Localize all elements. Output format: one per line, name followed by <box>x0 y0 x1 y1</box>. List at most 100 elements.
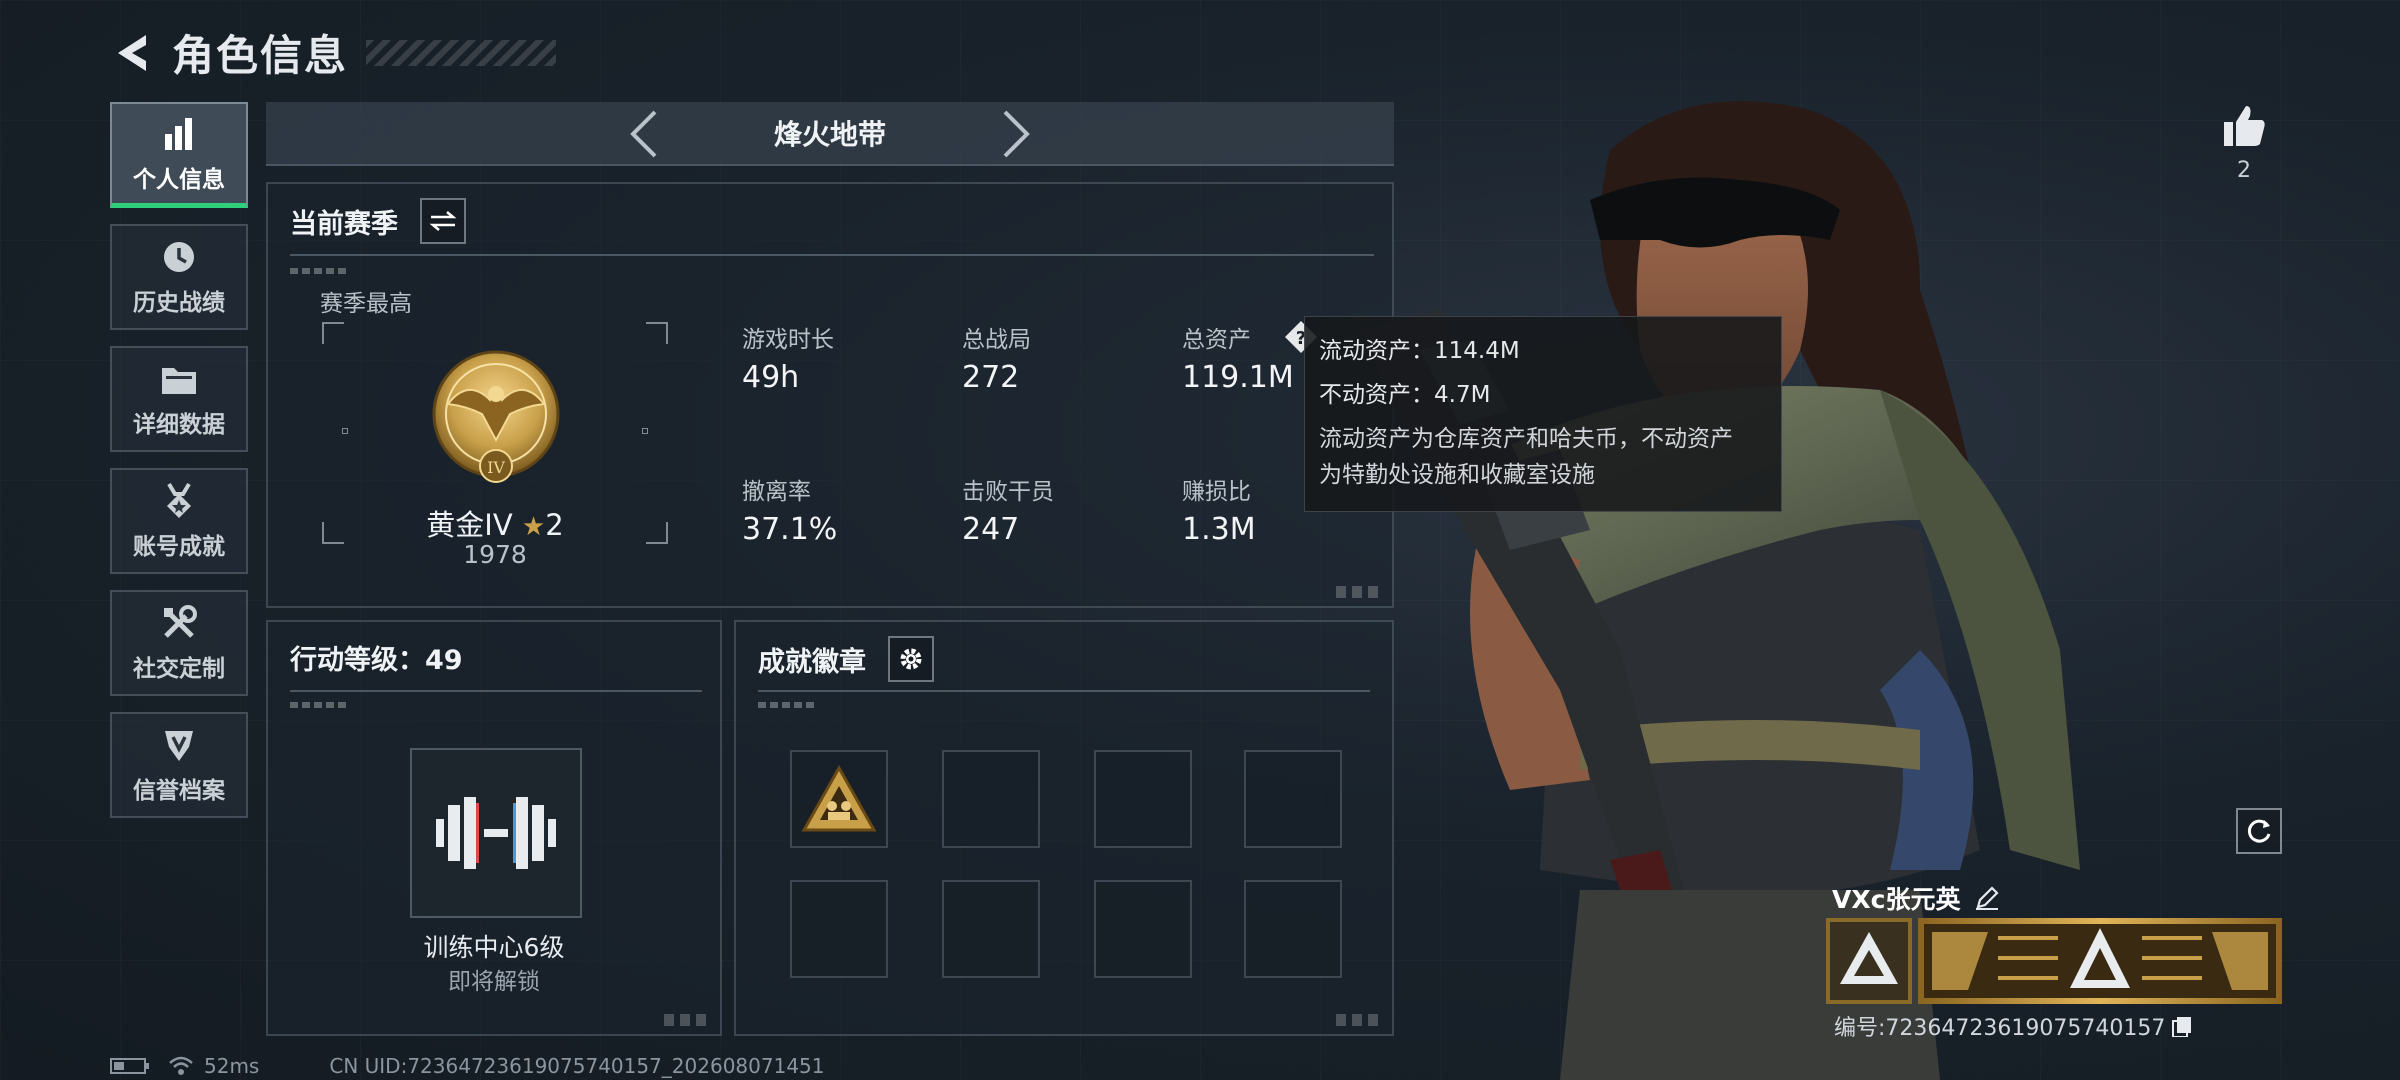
rank-roman-numeral: IV <box>487 458 505 477</box>
badge-slot[interactable] <box>942 880 1040 978</box>
stat-label-assets: 总资产 <box>1182 327 1251 353</box>
season-panel: 当前赛季 赛季最高 IV 黄金IV ★2 1978 游戏时长 49h 总战局 2… <box>266 182 1394 608</box>
gear-icon <box>900 648 922 670</box>
achievement-title: 成就徽章 <box>758 647 866 678</box>
dumbbell-icon <box>436 797 556 869</box>
thumbs-up-icon <box>2224 106 2265 146</box>
rank-name: 黄金IV <box>426 508 513 542</box>
season-switch-button[interactable] <box>420 198 466 244</box>
badge-slot[interactable] <box>790 880 888 978</box>
tooltip-description-line2: 为特勤处设施和收藏室设施 <box>1319 462 1595 488</box>
sidebar-item-credit[interactable]: 信誉档案 <box>110 712 248 818</box>
tooltip-description-line1: 流动资产为仓库资产和哈夫币，不动资产 <box>1319 426 1733 452</box>
rank-stars: 2 <box>545 508 564 542</box>
stat-label-profit-ratio: 赚损比 <box>1182 479 1251 505</box>
sidebar-item-label: 信誉档案 <box>133 778 225 804</box>
training-center-name: 训练中心6级 <box>423 933 565 962</box>
sidebar-item-social[interactable]: 社交定制 <box>110 590 248 696</box>
player-name: VXc张元英 <box>1832 885 1961 914</box>
tools-icon <box>159 603 199 643</box>
season-title: 当前赛季 <box>290 209 398 240</box>
section-divider <box>758 690 1370 692</box>
sidebar-item-label: 社交定制 <box>133 656 225 682</box>
back-arrow-icon <box>118 34 146 71</box>
ping-value: 52ms <box>204 1054 260 1078</box>
stat-label-extract-rate: 撤离率 <box>742 479 811 505</box>
section-tick-decoration <box>290 268 350 274</box>
player-id-row: 编号:72364723619075740157 <box>1834 1010 2193 1042</box>
map-name: 烽火地带 <box>773 118 886 151</box>
copy-id-button[interactable] <box>2171 1015 2193 1037</box>
section-tick-decoration <box>290 702 350 708</box>
rank-score: 1978 <box>463 540 527 569</box>
page-title: 角色信息 <box>172 31 349 80</box>
stat-value-matches: 272 <box>962 360 1020 395</box>
season-best-label: 赛季最高 <box>320 291 412 317</box>
achievement-settings-button[interactable] <box>888 636 934 682</box>
medal-icon <box>159 481 199 521</box>
sidebar-item-detailed-data[interactable]: 详细数据 <box>110 346 248 452</box>
section-divider <box>290 690 702 692</box>
sidebar-item-label: 账号成就 <box>133 534 225 560</box>
rank-name-row: 黄金IV ★2 <box>268 502 722 544</box>
sidebar-item-label: 个人信息 <box>133 166 225 193</box>
back-button[interactable] <box>110 27 154 79</box>
map-prev-button[interactable] <box>618 108 670 160</box>
training-center-status: 即将解锁 <box>448 969 540 995</box>
stat-label-playtime: 游戏时长 <box>742 327 834 353</box>
section-divider <box>290 254 1374 256</box>
badge-slot[interactable] <box>1244 880 1342 978</box>
action-level-title: 行动等级：49 <box>290 645 463 676</box>
rotate-view-button[interactable] <box>2236 808 2282 854</box>
badge-slot[interactable] <box>1094 880 1192 978</box>
stat-label-kills: 击败干员 <box>962 479 1054 505</box>
sidebar-item-achievements[interactable]: 账号成就 <box>110 468 248 574</box>
uid-text: CN UID:72364723619075740157_202608071451 <box>329 1054 825 1078</box>
chevron-right-icon <box>1003 110 1030 158</box>
player-name-row: VXc张元英 <box>1832 880 2000 916</box>
like-count: 2 <box>2237 158 2251 183</box>
badge-slot[interactable] <box>1244 750 1342 848</box>
triangle-badge-icon <box>801 764 877 832</box>
sidebar-item-label: 详细数据 <box>133 412 225 438</box>
edit-name-button[interactable] <box>1974 885 2000 911</box>
achievement-panel: 成就徽章 <box>734 620 1394 1036</box>
badge-slot[interactable] <box>942 750 1040 848</box>
map-next-button[interactable] <box>990 108 1042 160</box>
status-bar: 52ms CN UID:72364723619075740157_2026080… <box>110 1054 825 1078</box>
action-level-panel: 行动等级：49 训练中心6级 即将解锁 <box>266 620 722 1036</box>
folder-icon <box>159 359 199 399</box>
swap-icon <box>429 211 457 231</box>
badge-slot[interactable] <box>1094 750 1192 848</box>
badge-slot[interactable] <box>790 750 888 848</box>
stat-value-assets: 119.1M <box>1182 360 1294 395</box>
refresh-icon <box>2247 819 2271 843</box>
player-rank-badge <box>1826 918 1912 1004</box>
section-tick-decoration <box>758 702 818 708</box>
gold-rank-emblem: IV <box>428 348 564 488</box>
wifi-icon <box>168 1055 194 1077</box>
pencil-icon <box>1976 886 2000 910</box>
map-selector: 烽火地带 <box>266 102 1394 166</box>
panel-corner-decoration <box>664 1014 708 1026</box>
sidebar-item-history[interactable]: 历史战绩 <box>110 224 248 330</box>
tooltip-liquid-assets: 流动资产：114.4M <box>1319 338 1520 364</box>
player-id: 编号:72364723619075740157 <box>1834 1016 2166 1041</box>
sidebar: 个人信息 历史战绩 详细数据 账号成就 社交定制 信誉档案 <box>110 102 248 834</box>
sidebar-item-label: 历史战绩 <box>133 290 225 316</box>
bar-chart-icon <box>159 114 199 154</box>
training-center-card[interactable] <box>410 748 582 918</box>
sidebar-item-personal-info[interactable]: 个人信息 <box>110 102 248 208</box>
stat-value-extract-rate: 37.1% <box>742 512 838 547</box>
stat-value-playtime: 49h <box>742 360 800 395</box>
star-icon: ★ <box>521 512 546 542</box>
shield-emblem-icon <box>159 725 199 765</box>
like-button[interactable] <box>2214 96 2274 156</box>
stat-value-kills: 247 <box>962 512 1020 547</box>
page-header: 角色信息 <box>110 22 557 83</box>
stat-value-profit-ratio: 1.3M <box>1182 512 1256 547</box>
clock-icon <box>159 237 199 277</box>
chevron-left-icon <box>630 110 657 158</box>
player-name-card-banner[interactable] <box>1918 918 2282 1004</box>
assets-tooltip: 流动资产：114.4M 不动资产：4.7M 流动资产为仓库资产和哈夫币，不动资产… <box>1304 316 1782 512</box>
